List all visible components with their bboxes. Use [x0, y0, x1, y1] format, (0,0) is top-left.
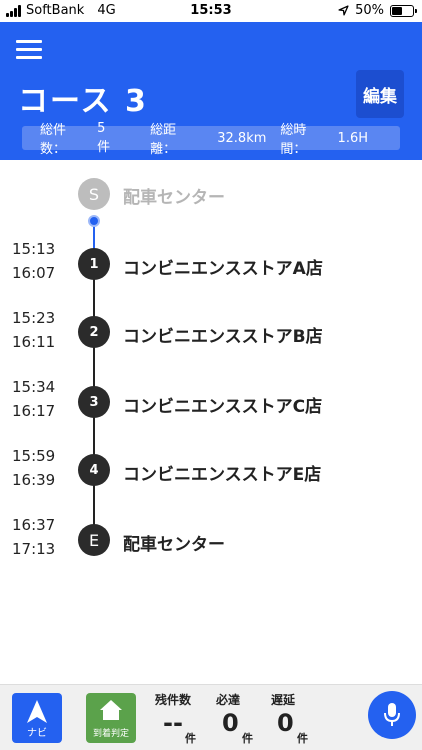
time-value: 1.6H [337, 130, 368, 146]
delay-value: 0 [277, 709, 294, 737]
stop-name-1[interactable]: コンビニエンスストアA店 [123, 254, 323, 279]
stop-2-depart-time: 16:11 [12, 333, 56, 351]
bottom-bar: ナビ 到着判定 残件数 -- 件 必達 0 件 遅延 0 件 [0, 684, 422, 750]
header: コース 3 編集 総件数： 5件 総距離： 32.8km 総時間： 1.6H [0, 22, 422, 160]
battery-icon [390, 4, 417, 17]
arrival-check-button[interactable]: 到着判定 [86, 693, 136, 743]
required-value: 0 [222, 709, 239, 737]
delay-label: 遅延 [271, 693, 296, 707]
stop-marker-4[interactable]: 4 [78, 454, 110, 486]
stop-marker-start[interactable]: S [78, 178, 110, 210]
stop-marker-end[interactable]: E [78, 524, 110, 556]
delay-unit: 件 [297, 732, 308, 745]
stop-name-4[interactable]: コンビニエンスストアE店 [123, 460, 321, 485]
distance-value: 32.8km [217, 130, 267, 146]
stop-name-end[interactable]: 配車センター [123, 530, 225, 555]
stop-end-arrive-time: 16:37 [12, 516, 56, 534]
stop-3-depart-time: 16:17 [12, 402, 56, 420]
course-summary: 総件数： 5件 総距離： 32.8km 総時間： 1.6H [22, 121, 400, 157]
stop-1-arrive-time: 15:13 [12, 240, 56, 258]
arrival-check-label: 到着判定 [92, 729, 129, 739]
distance-label: 総距離： [150, 123, 177, 157]
navigation-arrow-icon [27, 700, 47, 723]
route-timeline: S 配車センター 15:13 16:07 1 コンビニエンスストアA店 15:2… [0, 160, 422, 684]
stop-name-2[interactable]: コンビニエンスストアB店 [123, 322, 323, 347]
navi-button[interactable]: ナビ [12, 693, 62, 743]
page-title: コース 3 [18, 84, 148, 119]
home-icon [100, 700, 122, 720]
current-position-marker [88, 215, 100, 227]
status-right: 50% [338, 3, 417, 18]
battery-label: 50% [355, 3, 384, 18]
stop-marker-1[interactable]: 1 [78, 248, 110, 280]
remaining-label: 残件数 [155, 693, 192, 707]
stop-4-depart-time: 16:39 [12, 471, 56, 489]
count-value: 5件 [97, 121, 111, 155]
stop-name-3[interactable]: コンビニエンスストアC店 [123, 392, 322, 417]
stop-marker-3[interactable]: 3 [78, 386, 110, 418]
status-bar: SoftBank 4G 15:53 50% [0, 0, 422, 22]
stop-marker-2[interactable]: 2 [78, 316, 110, 348]
stop-1-depart-time: 16:07 [12, 264, 56, 282]
stop-4-arrive-time: 15:59 [12, 447, 56, 465]
required-label: 必達 [216, 693, 241, 707]
count-label: 総件数： [40, 123, 67, 157]
required-unit: 件 [242, 732, 253, 745]
edit-button[interactable]: 編集 [356, 70, 404, 118]
location-arrow-icon [338, 5, 349, 16]
stop-name-start[interactable]: 配車センター [123, 183, 225, 208]
hamburger-icon[interactable] [16, 40, 42, 60]
stop-end-depart-time: 17:13 [12, 540, 56, 558]
time-label: 総時間： [280, 123, 307, 157]
microphone-button[interactable] [368, 691, 416, 739]
navi-label: ナビ [27, 728, 47, 739]
stop-3-arrive-time: 15:34 [12, 378, 56, 396]
remaining-unit: 件 [185, 732, 196, 745]
microphone-icon [384, 703, 400, 726]
stop-2-arrive-time: 15:23 [12, 309, 56, 327]
remaining-value: -- [163, 709, 183, 737]
